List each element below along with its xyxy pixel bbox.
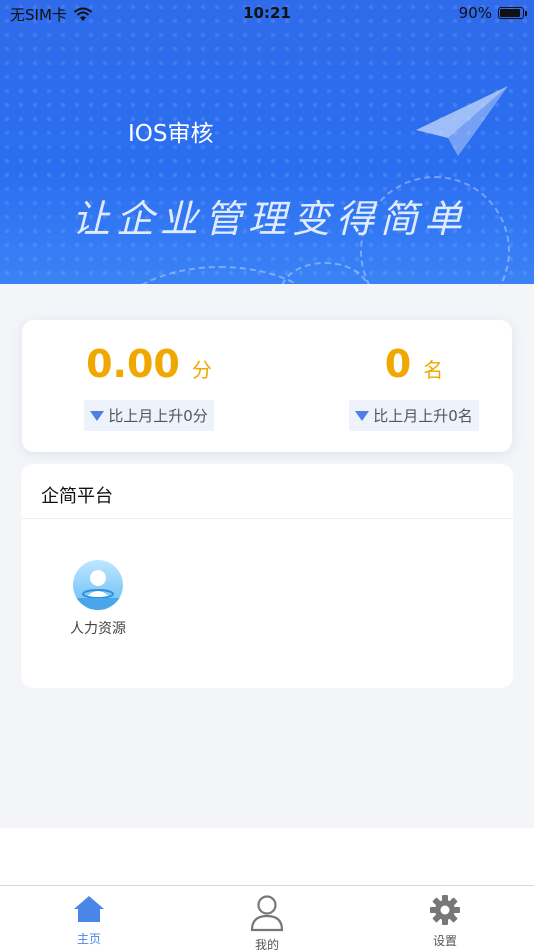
tab-bar: 主页 我的 设置 — [0, 885, 534, 950]
status-bar: 无SIM卡 10:21 90% — [0, 0, 534, 28]
user-circle-icon — [73, 560, 123, 610]
gear-icon — [430, 895, 460, 925]
platform-card: 企简平台 人力资源 — [21, 464, 513, 688]
score-stat: 0.00 分 比上月上升0分 — [64, 342, 234, 431]
battery-fill — [500, 9, 520, 17]
battery-percent: 90% — [458, 4, 492, 22]
hero-slogan: 让企业管理变得简单 — [72, 197, 469, 241]
home-icon — [74, 896, 104, 922]
tab-mine[interactable]: 我的 — [227, 894, 307, 950]
app-item-label: 人力资源 — [70, 621, 126, 637]
app-item-hr[interactable]: 人力资源 — [65, 560, 131, 638]
triangle-down-icon — [90, 410, 105, 421]
score-change-text: 比上月上升0分 — [108, 407, 208, 425]
app-title: IOS审核 — [128, 121, 214, 147]
score-value: 0.00 — [86, 342, 180, 386]
tab-settings-label: 设置 — [432, 934, 457, 948]
main-content: 0.00 分 比上月上升0分 0 名 比上月上升0名 企简平台 人力资源 — [0, 284, 534, 828]
status-time: 10:21 — [243, 4, 291, 22]
score-change-badge: 比上月上升0分 — [84, 400, 214, 431]
rank-change-text: 比上月上升0名 — [373, 407, 473, 425]
tab-mine-label: 我的 — [254, 938, 279, 950]
stats-card: 0.00 分 比上月上升0分 0 名 比上月上升0名 — [22, 320, 512, 452]
paper-plane-icon — [416, 86, 508, 156]
battery-icon — [498, 7, 527, 19]
rank-stat: 0 名 比上月上升0名 — [334, 342, 494, 431]
triangle-down-icon — [355, 410, 370, 421]
tab-home-label: 主页 — [76, 932, 101, 946]
score-unit: 分 — [191, 358, 212, 382]
hero-banner: 无SIM卡 10:21 90% IOS审核 让企业管理变得简单 — [0, 0, 534, 284]
tab-home[interactable]: 主页 — [49, 894, 129, 947]
rank-change-badge: 比上月上升0名 — [349, 400, 479, 431]
platform-title: 企简平台 — [21, 464, 513, 519]
tab-settings[interactable]: 设置 — [405, 894, 485, 949]
rank-unit: 名 — [423, 358, 444, 382]
rank-value: 0 — [384, 342, 412, 386]
person-icon — [250, 895, 284, 932]
